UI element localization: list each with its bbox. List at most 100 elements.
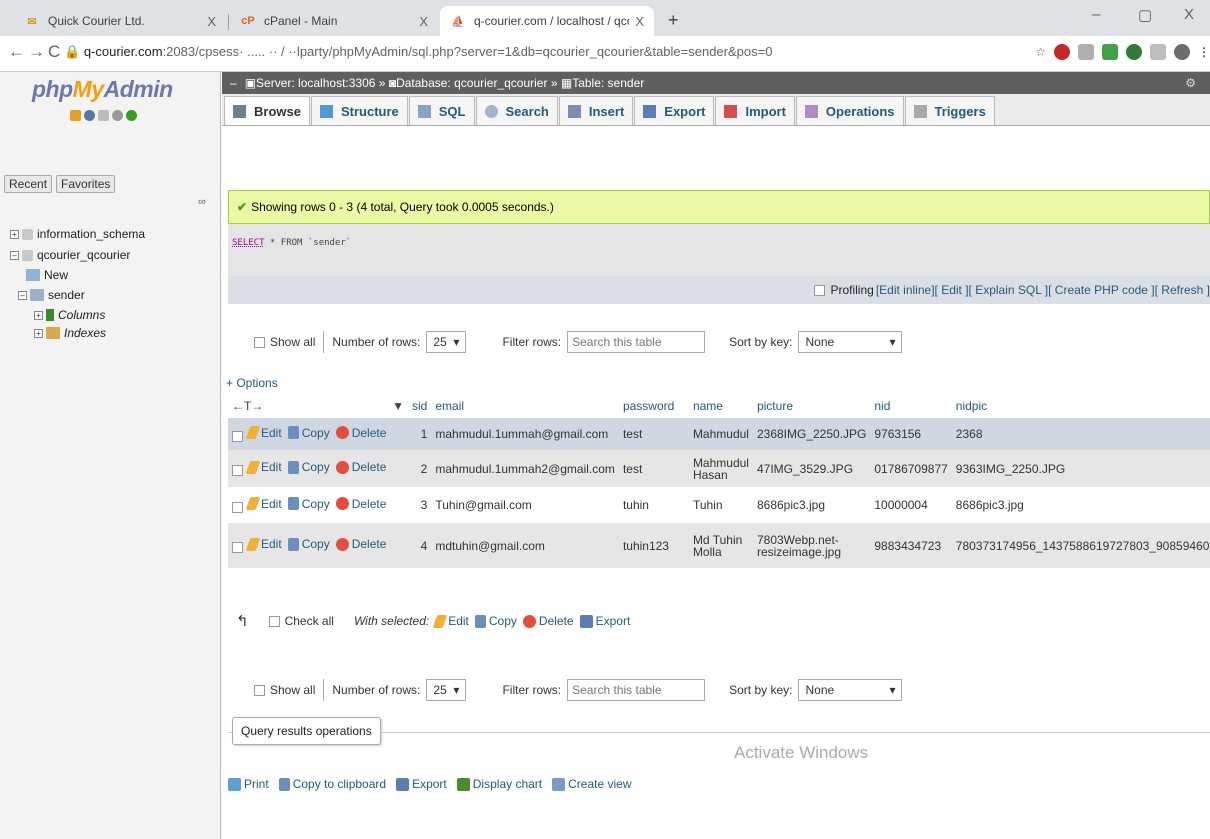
cell-name[interactable]: Tuhin xyxy=(689,487,753,523)
cell-email[interactable]: Tuhin@gmail.com xyxy=(431,487,619,523)
options-link[interactable]: + Options xyxy=(226,376,278,390)
table-row[interactable]: Edit Copy Delete 2 mahmudul.1ummah2@gmail.co… xyxy=(228,450,1210,487)
delete-button[interactable]: Delete xyxy=(335,460,386,474)
rows-select[interactable]: 25 ▾ xyxy=(426,331,467,353)
sort-select[interactable]: None ▾ xyxy=(798,331,903,353)
sort-select[interactable]: None ▾ xyxy=(798,679,903,701)
cell-picture[interactable]: 8686pic3.jpg xyxy=(753,487,870,523)
cell-picture[interactable]: 2368IMG_2250.JPG xyxy=(753,418,870,450)
table-row[interactable]: Edit Copy Delete 4 mdtuhin@gmail.com tuhin123… xyxy=(228,523,1210,568)
bulk-delete-button[interactable]: Delete xyxy=(522,614,574,628)
browser-tab-quick-courier[interactable]: ✉ Quick Courier Ltd. X xyxy=(14,6,226,36)
download-extension-icon[interactable] xyxy=(1102,44,1118,60)
cell-password[interactable]: test xyxy=(619,450,689,487)
reload-icon[interactable]: C xyxy=(48,42,60,62)
expand-icon[interactable]: + xyxy=(34,328,43,338)
logout-icon[interactable] xyxy=(84,110,95,121)
cell-nidpic[interactable]: 9363IMG_2250.JPG xyxy=(952,450,1210,487)
tree-item-information-schema[interactable]: + information_schema xyxy=(10,227,145,241)
bookmark-star-icon[interactable]: ☆ xyxy=(1035,45,1046,59)
row-checkbox[interactable] xyxy=(232,501,243,513)
profiling-checkbox[interactable] xyxy=(814,284,826,296)
tab-insert[interactable]: Insert xyxy=(558,96,634,125)
column-header-nid[interactable]: nid xyxy=(870,394,951,418)
breadcrumb-database[interactable]: Database: qcourier_qcourier xyxy=(396,76,547,90)
copy-clipboard-button[interactable]: Copy to clipboard xyxy=(278,777,386,791)
window-close-icon[interactable]: X xyxy=(1184,6,1194,23)
forward-arrow-icon[interactable]: → xyxy=(28,42,45,62)
cell-email[interactable]: mdtuhin@gmail.com xyxy=(431,523,619,568)
check-all-checkbox[interactable] xyxy=(268,615,280,627)
reload-nav-icon[interactable] xyxy=(126,110,137,121)
explain-sql-link[interactable]: [ Explain SQL ] xyxy=(969,283,1049,297)
camera-extension-icon[interactable] xyxy=(1150,44,1166,60)
cell-sid[interactable]: 4 xyxy=(408,523,431,568)
show-all-checkbox[interactable] xyxy=(254,684,265,696)
sql-query-text[interactable]: SELECT * FROM `sender` xyxy=(232,238,351,248)
column-header-name[interactable]: name xyxy=(689,394,753,418)
minimize-icon[interactable]: – xyxy=(1092,6,1100,23)
browser-tab-cpanel[interactable]: cP cPanel - Main X xyxy=(230,6,438,36)
table-row[interactable]: Edit Copy Delete 3 Tuhin@gmail.com tuhin Tuhin… xyxy=(228,487,1210,523)
cell-sid[interactable]: 2 xyxy=(408,450,431,487)
tab-browse[interactable]: Browse xyxy=(224,96,310,125)
menu-dots-icon[interactable]: ⋮ xyxy=(1198,45,1210,59)
tab-triggers[interactable]: Triggers xyxy=(904,96,995,125)
tree-item-columns[interactable]: + Columns xyxy=(34,308,105,322)
puzzle-extension-icon[interactable] xyxy=(1078,44,1094,60)
link-icon[interactable]: ∞ xyxy=(198,196,206,208)
filter-rows-input[interactable]: Search this table xyxy=(567,331,706,353)
cell-email[interactable]: mahmudul.1ummah@gmail.com xyxy=(431,418,619,450)
tab-import[interactable]: Import xyxy=(715,96,795,125)
breadcrumb-table[interactable]: Table: sender xyxy=(572,76,644,90)
cell-name[interactable]: Mahmudul Hasan xyxy=(689,450,753,487)
column-header-password[interactable]: password xyxy=(619,394,689,418)
print-button[interactable]: Print xyxy=(228,777,269,791)
recent-button[interactable]: Recent xyxy=(4,175,53,193)
expand-icon[interactable]: + xyxy=(34,310,43,320)
column-header-nidpic[interactable]: nidpic xyxy=(952,394,1210,418)
cell-nidpic[interactable]: 8686pic3.jpg xyxy=(952,487,1210,523)
row-checkbox[interactable] xyxy=(232,542,243,554)
cell-nidpic[interactable]: 780373174956_1437588619727803_908594601 xyxy=(952,523,1210,568)
cell-sid[interactable]: 1 xyxy=(408,418,431,450)
copy-button[interactable]: Copy xyxy=(287,426,330,440)
create-php-link[interactable]: [ Create PHP code ] xyxy=(1048,283,1155,297)
edit-button[interactable]: Edit xyxy=(245,426,282,440)
tab-search[interactable]: Search xyxy=(475,96,558,125)
close-icon[interactable]: X xyxy=(419,14,428,29)
cell-nid[interactable]: 9763156 xyxy=(870,418,951,450)
gear-icon[interactable]: ⚙ xyxy=(1185,76,1196,90)
favorites-button[interactable]: Favorites xyxy=(56,175,116,193)
show-all-checkbox[interactable] xyxy=(254,336,265,348)
cell-password[interactable]: tuhin xyxy=(619,487,689,523)
column-header-picture[interactable]: picture xyxy=(753,394,870,418)
collapse-icon[interactable]: – xyxy=(18,290,27,300)
tree-item-indexes[interactable]: + Indexes xyxy=(34,326,106,340)
copy-button[interactable]: Copy xyxy=(287,460,330,474)
display-chart-button[interactable]: Display chart xyxy=(456,777,542,791)
maximize-icon[interactable]: ▢ xyxy=(1138,6,1152,24)
tree-item-sender[interactable]: – sender xyxy=(18,288,85,302)
sort-triangle-icon[interactable]: ▼ xyxy=(392,399,404,413)
bulk-edit-button[interactable]: Edit xyxy=(432,614,469,628)
cell-password[interactable]: tuhin123 xyxy=(619,523,689,568)
export-button[interactable]: Export xyxy=(396,777,447,791)
edit-inline-link[interactable]: [Edit inline] xyxy=(876,283,935,297)
cell-email[interactable]: mahmudul.1ummah2@gmail.com xyxy=(431,450,619,487)
bulk-export-button[interactable]: Export xyxy=(579,614,630,628)
close-icon[interactable]: X xyxy=(635,14,644,29)
copy-button[interactable]: Copy xyxy=(287,537,330,551)
cell-nid[interactable]: 01786709877 xyxy=(870,450,951,487)
browser-tab-phpmyadmin[interactable]: ⛵ q-courier.com / localhost / qcour X xyxy=(440,6,654,36)
delete-button[interactable]: Delete xyxy=(335,537,386,551)
avatar[interactable] xyxy=(1174,44,1190,60)
rows-select[interactable]: 25 ▾ xyxy=(426,679,467,701)
collapse-icon[interactable]: – xyxy=(10,250,19,260)
bulk-copy-button[interactable]: Copy xyxy=(474,614,517,628)
tab-operations[interactable]: Operations xyxy=(795,96,904,125)
cell-nid[interactable]: 9883434723 xyxy=(870,523,951,568)
expand-icon[interactable]: + xyxy=(10,229,19,239)
cell-picture[interactable]: 47IMG_3529.JPG xyxy=(753,450,870,487)
docs-icon[interactable] xyxy=(98,110,109,121)
